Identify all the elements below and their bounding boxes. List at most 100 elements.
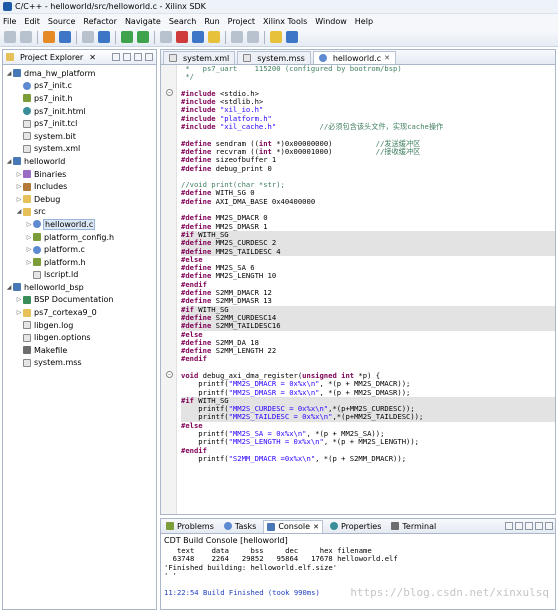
code-line[interactable]: #define MM2S_TAILDESC 4 xyxy=(181,247,555,256)
editor-tab[interactable]: system.mss xyxy=(237,51,311,64)
perspective-debug-icon[interactable] xyxy=(286,31,298,43)
expanded-arrow-icon[interactable]: ◢ xyxy=(5,70,13,77)
menu-refactor[interactable]: Refactor xyxy=(83,17,117,26)
fold-icon[interactable]: – xyxy=(166,371,173,378)
collapsed-arrow-icon[interactable]: ▷ xyxy=(15,296,23,303)
debug-icon[interactable] xyxy=(59,31,71,43)
tree-item[interactable]: ◢ helloworld_bsp xyxy=(3,281,156,294)
pin-console-icon[interactable] xyxy=(525,522,533,530)
build-icon[interactable] xyxy=(43,31,55,43)
save-icon[interactable] xyxy=(20,31,32,43)
console-tab-properties[interactable]: Properties xyxy=(327,520,384,533)
debug-run-icon[interactable] xyxy=(137,31,149,43)
tree-item[interactable]: Makefile xyxy=(3,344,156,357)
code-line[interactable]: #define MM2S_DMASR 1 xyxy=(181,222,555,231)
code-line[interactable]: #define S2MM_TAILDESC16 xyxy=(181,321,555,331)
collapsed-arrow-icon[interactable]: ▷ xyxy=(25,221,33,228)
code-line[interactable]: #define debug_print 0 xyxy=(181,164,555,173)
link-editor-icon[interactable] xyxy=(123,53,131,61)
code-line[interactable]: printf("S2MM_DMACR =0x%x\n", *(p + S2MM_… xyxy=(181,454,555,463)
collapsed-arrow-icon[interactable]: ▷ xyxy=(15,171,23,178)
menu-source[interactable]: Source xyxy=(48,17,75,26)
menu-project[interactable]: Project xyxy=(228,17,255,26)
code-line[interactable]: printf("MM2S_DMASR = 0x%x\n", *(p + MM2S… xyxy=(181,388,555,397)
fold-icon[interactable]: – xyxy=(166,89,173,96)
scroll-lock-icon[interactable] xyxy=(515,522,523,530)
back-icon[interactable] xyxy=(231,31,243,43)
code-line[interactable]: printf("MM2S_LENGTH = 0x%x\n", *(p + MM2… xyxy=(181,438,555,447)
tree-item[interactable]: ▷ platform.c xyxy=(3,243,156,256)
close-icon[interactable]: ✕ xyxy=(384,54,390,62)
editor-tab[interactable]: system.xml xyxy=(163,51,236,64)
code-line[interactable]: #define MM2S_LENGTH 10 xyxy=(181,272,555,281)
tree-item[interactable]: ▷ platform.h xyxy=(3,256,156,269)
menu-xilinx-tools[interactable]: Xilinx Tools xyxy=(263,17,307,26)
annotation-icon[interactable] xyxy=(208,31,220,43)
view-menu-icon[interactable] xyxy=(134,53,142,61)
tree-item[interactable]: ▷ BSP Documentation xyxy=(3,294,156,307)
console-tab-terminal[interactable]: Terminal xyxy=(388,520,439,533)
collapse-all-icon[interactable] xyxy=(112,53,120,61)
run-icon[interactable] xyxy=(121,31,133,43)
tree-item[interactable]: ▷ platform_config.h xyxy=(3,231,156,244)
close-icon[interactable]: ✕ xyxy=(89,53,96,62)
menu-search[interactable]: Search xyxy=(169,17,196,26)
close-icon[interactable]: ✕ xyxy=(313,523,319,531)
source-code[interactable]: * ps7_uart 115200 (configured by bootrom… xyxy=(181,65,555,463)
minimize-icon[interactable] xyxy=(145,53,153,61)
tree-item[interactable]: ▷ helloworld.c xyxy=(3,218,156,231)
editor-tab[interactable]: helloworld.c ✕ xyxy=(312,51,396,64)
project-explorer-tab[interactable]: Project Explorer ✕ xyxy=(3,50,156,65)
expanded-arrow-icon[interactable]: ◢ xyxy=(15,208,23,215)
tree-item[interactable]: libgen.options xyxy=(3,331,156,344)
tree-item[interactable]: lscript.ld xyxy=(3,269,156,282)
collapsed-arrow-icon[interactable]: ▷ xyxy=(25,234,33,241)
tree-item[interactable]: ps7_init.tcl xyxy=(3,117,156,130)
code-area[interactable]: – – * ps7_uart 115200 (configured by boo… xyxy=(161,65,555,514)
menu-edit[interactable]: Edit xyxy=(24,17,40,26)
tree-item[interactable]: system.bit xyxy=(3,130,156,143)
code-line[interactable]: printf("MM2S_TAILDESC = 0x%x\n",*(p+MM2S… xyxy=(181,413,555,422)
minimize-icon[interactable] xyxy=(545,522,553,530)
tree-item[interactable]: system.mss xyxy=(3,357,156,370)
tree-item[interactable]: ▷ Binaries xyxy=(3,168,156,181)
console-tab-tasks[interactable]: Tasks xyxy=(221,520,259,533)
code-line[interactable]: * ps7_uart 115200 (configured by bootrom… xyxy=(181,65,555,73)
tree-item[interactable]: ps7_init.h xyxy=(3,92,156,105)
console-tab-console[interactable]: Console ✕ xyxy=(263,519,323,533)
tree-item[interactable]: ▷ ps7_cortexa9_0 xyxy=(3,306,156,319)
code-line[interactable]: #define S2MM_DMASR 13 xyxy=(181,297,555,306)
tree-item[interactable]: ◢ src xyxy=(3,206,156,219)
code-line[interactable]: #define AXI_DMA_BASE 0x40400000 xyxy=(181,197,555,206)
tree-item[interactable]: ◢ helloworld xyxy=(3,155,156,168)
tree-item[interactable]: ps7_init.html xyxy=(3,105,156,118)
collapsed-arrow-icon[interactable]: ▷ xyxy=(15,309,23,316)
collapsed-arrow-icon[interactable]: ▷ xyxy=(15,183,23,190)
menu-navigate[interactable]: Navigate xyxy=(125,17,161,26)
display-console-icon[interactable] xyxy=(535,522,543,530)
clear-console-icon[interactable] xyxy=(505,522,513,530)
menu-file[interactable]: File xyxy=(3,17,16,26)
collapsed-arrow-icon[interactable]: ▷ xyxy=(25,246,33,253)
collapsed-arrow-icon[interactable]: ▷ xyxy=(25,259,33,266)
menu-help[interactable]: Help xyxy=(355,17,373,26)
tree-item[interactable]: ▷ Debug xyxy=(3,193,156,206)
open-type-icon[interactable] xyxy=(98,31,110,43)
perspective-cpp-icon[interactable] xyxy=(270,31,282,43)
code-line[interactable]: #define S2MM_LENGTH 22 xyxy=(181,346,555,355)
new-project-icon[interactable] xyxy=(82,31,94,43)
console-tab-problems[interactable]: Problems xyxy=(163,520,217,533)
tree-item[interactable]: ps7_init.c xyxy=(3,80,156,93)
code-line[interactable]: #endif xyxy=(181,355,555,363)
search-icon[interactable] xyxy=(160,31,172,43)
xilinx-tools-icon[interactable] xyxy=(192,31,204,43)
tree-item[interactable]: system.xml xyxy=(3,143,156,156)
tree-item[interactable]: libgen.log xyxy=(3,319,156,332)
menu-window[interactable]: Window xyxy=(315,17,347,26)
new-icon[interactable] xyxy=(4,31,16,43)
tree-item[interactable]: ◢ dma_hw_platform xyxy=(3,67,156,80)
tree-item[interactable]: ▷ Includes xyxy=(3,180,156,193)
expanded-arrow-icon[interactable]: ◢ xyxy=(5,158,13,165)
code-line[interactable]: #include "xil_cache.h" //必须包含该头文件，实现cach… xyxy=(181,122,555,131)
program-fpga-icon[interactable] xyxy=(176,31,188,43)
